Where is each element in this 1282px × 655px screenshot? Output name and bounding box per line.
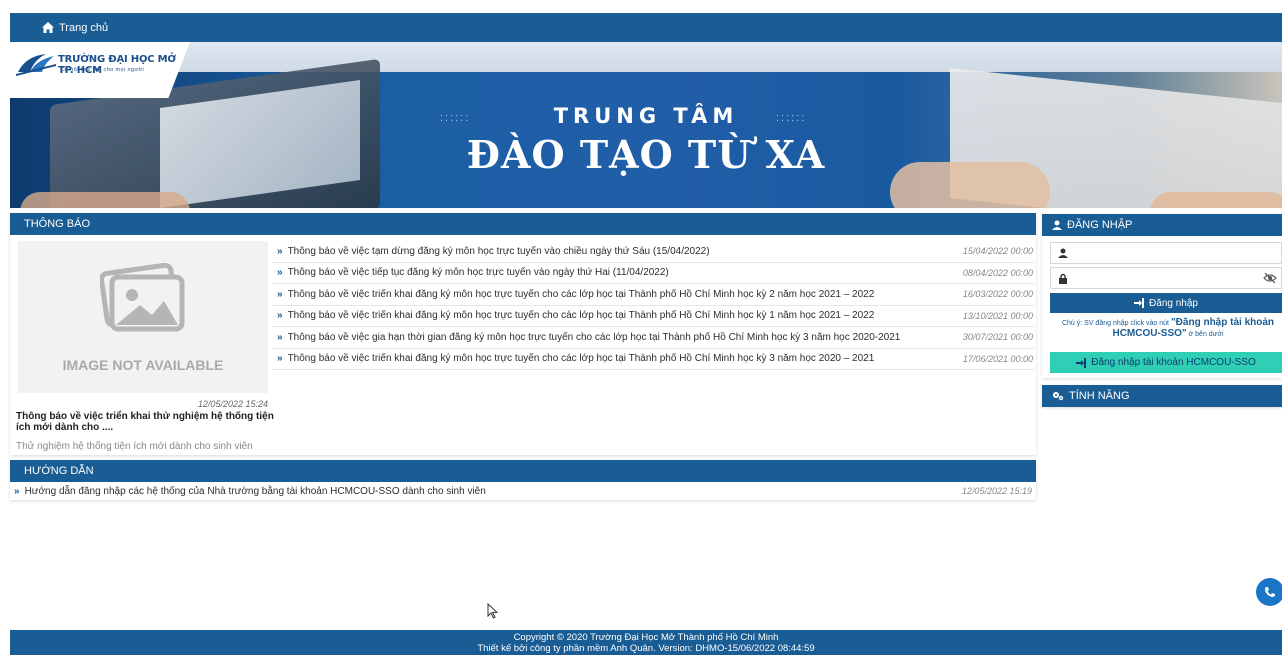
guides-heading: HƯỚNG DẪN <box>10 460 1036 482</box>
banner-title-main: ĐÀO TẠO TỪ XA <box>466 132 826 177</box>
double-chevron-right-icon: » <box>277 331 283 343</box>
logo[interactable]: TRƯỜNG ĐẠI HỌC MỞ TP. HCM Cơ hội học tập… <box>10 42 190 98</box>
eye-slash-icon[interactable] <box>1263 271 1277 285</box>
hero-banner: TRƯỜNG ĐẠI HỌC MỞ TP. HCM Cơ hội học tập… <box>10 42 1282 208</box>
image-placeholder-icon <box>100 263 185 332</box>
phone-icon <box>1265 587 1275 597</box>
password-field[interactable] <box>1050 267 1282 289</box>
login-panel: ĐĂNG NHẬP Đăng nhập Chú ý: SV đăng nhập … <box>1042 214 1282 378</box>
footer: Copyright © 2020 Trường Đại Học Mở Thành… <box>10 630 1282 655</box>
sign-in-icon <box>1134 298 1145 308</box>
guide-item[interactable]: » Hướng dẫn đăng nhập các hệ thống của N… <box>10 482 1036 500</box>
notice-list: » Thông báo về việc tạm dừng đăng ký môn… <box>273 241 1035 370</box>
double-chevron-right-icon: » <box>277 310 283 322</box>
double-chevron-right-icon: » <box>14 485 20 497</box>
sign-in-icon <box>1076 357 1087 368</box>
notice-date: 13/10/2021 00:00 <box>962 310 1033 321</box>
mouse-cursor-icon <box>487 603 499 619</box>
footer-version: Thiết kế bởi công ty phần mềm Anh Quân. … <box>477 643 815 654</box>
home-link-label: Trang chủ <box>59 21 109 34</box>
university-logo-icon <box>16 54 56 76</box>
notice-item[interactable]: » Thông báo về việc tiếp tục đăng ký môn… <box>273 263 1035 284</box>
notice-date: 15/04/2022 00:00 <box>962 246 1033 257</box>
home-link[interactable]: Trang chủ <box>42 22 108 34</box>
home-icon <box>42 22 54 33</box>
login-note: Chú ý: SV đăng nhập click vào nút "Đăng … <box>1061 317 1275 339</box>
features-heading[interactable]: TÍNH NĂNG <box>1042 385 1282 407</box>
guide-date: 12/05/2022 15:19 <box>961 486 1032 496</box>
image-not-available-label: IMAGE NOT AVAILABLE <box>62 357 224 373</box>
notice-title[interactable]: Thông báo về việc gia hạn thời gian đăng… <box>288 332 945 343</box>
notice-date: 08/04/2022 00:00 <box>962 267 1033 278</box>
notice-item[interactable]: » Thông báo về việc triển khai đăng ký m… <box>273 284 1035 306</box>
featured-date: 12/05/2022 15:24 <box>197 399 268 409</box>
notices-panel: THÔNG BÁO IMAGE NOT AVAILABLE 12/05/2022… <box>10 213 1036 455</box>
featured-title-link[interactable]: Thông báo về việc triển khai thử nghiệm … <box>16 411 276 433</box>
username-input[interactable] <box>1077 244 1257 262</box>
login-heading: ĐĂNG NHẬP <box>1042 214 1282 236</box>
username-field[interactable] <box>1050 242 1282 264</box>
lock-icon <box>1051 268 1075 288</box>
guides-panel: HƯỚNG DẪN » Hướng dẫn đăng nhập các hệ t… <box>10 460 1036 500</box>
featured-image[interactable]: IMAGE NOT AVAILABLE <box>18 241 268 393</box>
notice-date: 16/03/2022 00:00 <box>962 289 1033 300</box>
user-icon <box>1052 220 1062 230</box>
logo-slogan: Cơ hội học tập cho mọi người <box>60 67 145 73</box>
notice-title[interactable]: Thông báo về việc tiếp tục đăng ký môn h… <box>288 267 945 278</box>
guide-title[interactable]: Hướng dẫn đăng nhập các hệ thống của Nhà… <box>25 486 946 497</box>
banner-title-top: TRUNG TÂM <box>553 104 739 128</box>
login-button[interactable]: Đăng nhập <box>1050 293 1282 313</box>
double-chevron-right-icon: » <box>277 288 283 300</box>
notice-title[interactable]: Thông báo về việc triển khai đăng ký môn… <box>288 353 945 364</box>
notice-item[interactable]: » Thông báo về việc tạm dừng đăng ký môn… <box>273 241 1035 263</box>
notice-title[interactable]: Thông báo về việc tạm dừng đăng ký môn h… <box>288 246 945 257</box>
sso-login-button[interactable]: Đăng nhập tài khoản HCMCOU-SSO <box>1050 352 1282 373</box>
notice-title[interactable]: Thông báo về việc triển khai đăng ký môn… <box>288 289 945 300</box>
features-panel: TÍNH NĂNG <box>1042 385 1282 407</box>
cogs-icon <box>1053 392 1064 401</box>
user-icon <box>1051 243 1075 263</box>
double-chevron-right-icon: » <box>277 245 283 257</box>
double-chevron-right-icon: » <box>277 267 283 279</box>
double-chevron-right-icon: » <box>277 353 283 365</box>
top-nav-bar: Trang chủ <box>10 13 1282 42</box>
featured-description: Thử nghiệm hệ thống tiện ích mới dành ch… <box>16 441 253 452</box>
notice-date: 30/07/2021 00:00 <box>962 332 1033 343</box>
phone-contact-button[interactable] <box>1256 578 1282 606</box>
password-input[interactable] <box>1077 269 1257 287</box>
notice-date: 17/06/2021 00:00 <box>962 353 1033 364</box>
notice-item[interactable]: » Thông báo về việc triển khai đăng ký m… <box>273 306 1035 327</box>
notice-title[interactable]: Thông báo về việc triển khai đăng ký môn… <box>288 310 945 321</box>
notice-item[interactable]: » Thông báo về việc gia hạn thời gian đă… <box>273 327 1035 349</box>
footer-copyright: Copyright © 2020 Trường Đại Học Mở Thành… <box>513 632 779 643</box>
notices-heading: THÔNG BÁO <box>10 213 1036 235</box>
notice-item[interactable]: » Thông báo về việc triển khai đăng ký m… <box>273 349 1035 370</box>
